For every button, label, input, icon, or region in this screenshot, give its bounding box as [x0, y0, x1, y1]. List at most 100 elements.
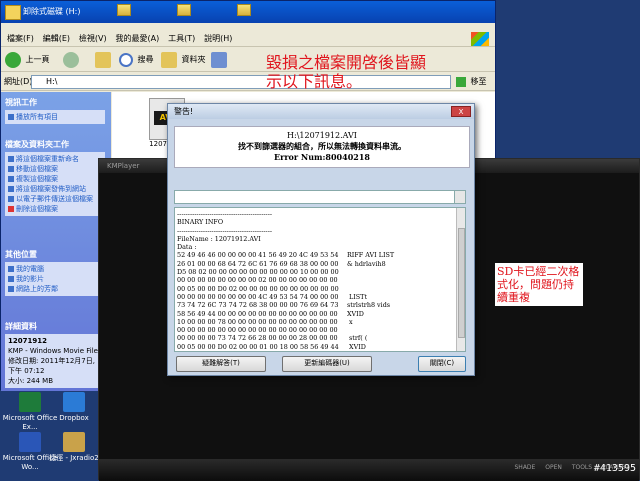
video-tasks-panel: 視訊工作 播放所有項目	[5, 96, 105, 124]
update-codec-button[interactable]: 更新編碼器(U)	[282, 356, 372, 372]
delete-icon	[8, 206, 14, 212]
dialog-message-area: H:\12071912.AVI 找不到篩選器的組合，所以無法轉換資料串流。 Er…	[174, 126, 470, 168]
details-title: 詳細資料	[5, 322, 37, 331]
dialog-empty-field[interactable]	[174, 190, 466, 204]
move-icon	[8, 166, 14, 172]
binary-info-line: 73 74 72 6C 73 74 72 68 38 00 00 00 76 6…	[177, 301, 451, 309]
forward-button[interactable]	[63, 51, 81, 69]
binary-hex: 00 00 00 00 73 74 72 66 28 00 00 00 28 0…	[177, 334, 338, 343]
back-button[interactable]: 上一頁	[5, 51, 50, 69]
binary-hex: BINARY INFO	[177, 218, 224, 227]
dialog-close-button[interactable]: X	[451, 106, 471, 117]
menu-tools[interactable]: 工具(T)	[168, 31, 195, 47]
tools-button[interactable]: TOOLS	[572, 464, 592, 471]
binary-info-line: ----------------------------------------…	[177, 227, 451, 235]
binary-ascii: RIFF AVI LIST	[347, 251, 395, 260]
detail-size: 大小: 244 MB	[8, 377, 54, 385]
binary-info-line: 26 01 00 00 68 64 72 6C 61 76 69 68 38 0…	[177, 260, 451, 268]
binary-ascii: strf( (	[347, 334, 368, 343]
binary-ascii: x	[347, 317, 353, 326]
folder-icon	[237, 4, 251, 16]
binary-hex: ----------------------------------------…	[177, 226, 273, 235]
go-button[interactable]: 移至	[456, 75, 494, 89]
details-panel: 詳細資料 12071912 KMP - Windows Movie File 修…	[5, 320, 105, 388]
close-dialog-button[interactable]: 關閉(C)	[418, 356, 466, 372]
binary-info-line: ----------------------------------------…	[177, 210, 451, 218]
binary-info-line: 00 05 00 00 D0 02 00 00 01 00 18 00 58 5…	[177, 343, 451, 351]
annotation-caption: 毀損之檔案開啓後皆顯示以下訊息。	[266, 53, 427, 91]
desktop-icon-jxradio[interactable]: 捷徑 - Jxradio2	[44, 432, 104, 463]
binary-ascii: strlstrh8 vids	[347, 301, 391, 310]
binary-info-line: 10 00 00 00 78 00 00 00 00 00 00 00 00 0…	[177, 318, 451, 326]
binary-info-line: 52 49 46 46 00 00 00 00 41 56 49 20 4C 4…	[177, 251, 451, 259]
binary-ascii: LISTt	[347, 292, 368, 301]
search-button[interactable]: 搜尋	[119, 51, 154, 69]
task-delete[interactable]: 刪除這個檔案	[8, 204, 102, 214]
task-rename[interactable]: 將這個檔案重新命名	[8, 154, 102, 164]
desktop-icon-label: 捷徑 - Jxradio2	[49, 454, 99, 462]
go-label: 移至	[470, 77, 487, 86]
binary-info-scrollbar[interactable]	[456, 208, 465, 351]
up-folder-button[interactable]	[95, 51, 113, 69]
file-tasks-panel: 檔案及資料夾工作 將這個檔案重新命名 移動這個檔案 複製這個檔案 將這個檔案發佈…	[5, 138, 105, 216]
desktop-icon-dropbox[interactable]: Dropbox	[44, 392, 104, 423]
menu-view[interactable]: 檢視(V)	[79, 31, 107, 47]
top-strip-icons	[1, 1, 495, 23]
binary-ascii: XVID	[347, 309, 364, 318]
shade-button[interactable]: SHADE	[515, 464, 536, 471]
binary-hex: D5 08 02 00 00 00 00 00 00 00 00 00 10 0…	[177, 268, 339, 277]
menu-help[interactable]: 說明(H)	[204, 31, 232, 47]
binary-hex: 00 00 00 00 00 00 00 00 4C 49 53 54 74 0…	[177, 292, 339, 301]
go-arrow-icon	[456, 76, 466, 87]
folders-button[interactable]: 資料夾	[161, 51, 206, 69]
binary-hex: 00 05 00 00 D0 02 00 00 00 00 00 00 00 0…	[177, 284, 339, 293]
detail-type: KMP - Windows Movie File	[8, 347, 98, 355]
desktop-icon-label: Dropbox	[59, 414, 89, 422]
player-title: KMPlayer	[107, 162, 140, 170]
binary-info-line: 00 05 00 00 D0 02 00 00 00 00 00 00 00 0…	[177, 285, 451, 293]
address-label: 網址(D)	[4, 77, 33, 86]
binary-info-text[interactable]: ----------------------------------------…	[174, 207, 466, 352]
back-arrow-icon	[5, 51, 21, 68]
binary-hex: Data :	[177, 243, 197, 252]
excel-icon	[19, 392, 41, 412]
warning-dialog: 警告! X H:\12071912.AVI 找不到篩選器的組合，所以無法轉換資料…	[167, 103, 475, 376]
field-scroll-button[interactable]	[454, 190, 466, 204]
task-move[interactable]: 移動這個檔案	[8, 164, 102, 174]
task-publish[interactable]: 將這個檔案發佈到網站	[8, 184, 102, 194]
binary-hex: 26 01 00 00 68 64 72 6C 61 76 69 68 38 0…	[177, 259, 339, 268]
radio-icon	[63, 432, 85, 452]
views-button[interactable]	[211, 51, 229, 69]
detail-name: 12071912	[8, 337, 47, 345]
back-label: 上一頁	[25, 55, 50, 64]
computer-icon	[8, 266, 14, 272]
folder-icon	[177, 4, 191, 16]
binary-hex: 00 00 00 00 00 00 00 00 02 00 00 00 00 0…	[177, 276, 338, 285]
menu-favorites[interactable]: 我的最愛(A)	[115, 31, 159, 47]
email-icon	[8, 196, 14, 202]
binary-info-line: 00 00 00 00 00 00 00 00 4C 49 53 54 74 0…	[177, 293, 451, 301]
binary-hex: FileName : 12071912.AVI	[177, 234, 261, 243]
videos-folder-icon	[8, 276, 14, 282]
place-my-videos[interactable]: 我的影片	[8, 274, 102, 284]
copy-icon	[8, 176, 14, 182]
dialog-title-bar[interactable]: 警告!	[168, 104, 474, 119]
dialog-message: 找不到篩選器的組合，所以無法轉換資料串流。	[238, 141, 406, 151]
menu-file[interactable]: 檔案(F)	[7, 31, 34, 47]
task-copy[interactable]: 複製這個檔案	[8, 174, 102, 184]
rename-icon	[8, 156, 14, 162]
place-my-computer[interactable]: 我的電腦	[8, 264, 102, 274]
binary-ascii: XVID	[347, 342, 366, 351]
binary-info-line: BINARY INFO	[177, 218, 451, 226]
views-icon	[211, 51, 227, 68]
task-play-all[interactable]: 播放所有項目	[8, 112, 102, 122]
troubleshoot-button[interactable]: 疑難解答(T)	[176, 356, 266, 372]
task-email[interactable]: 以電子郵件傳送這個檔案	[8, 194, 102, 204]
dialog-heading: H:\12071912.AVI	[287, 131, 357, 140]
folder-icon	[161, 51, 177, 68]
open-button[interactable]: OPEN	[545, 464, 562, 471]
scrollbar-thumb[interactable]	[458, 228, 465, 338]
network-icon	[8, 286, 14, 292]
place-network[interactable]: 網路上的芳鄰	[8, 284, 102, 294]
menu-edit[interactable]: 編輯(E)	[43, 31, 70, 47]
